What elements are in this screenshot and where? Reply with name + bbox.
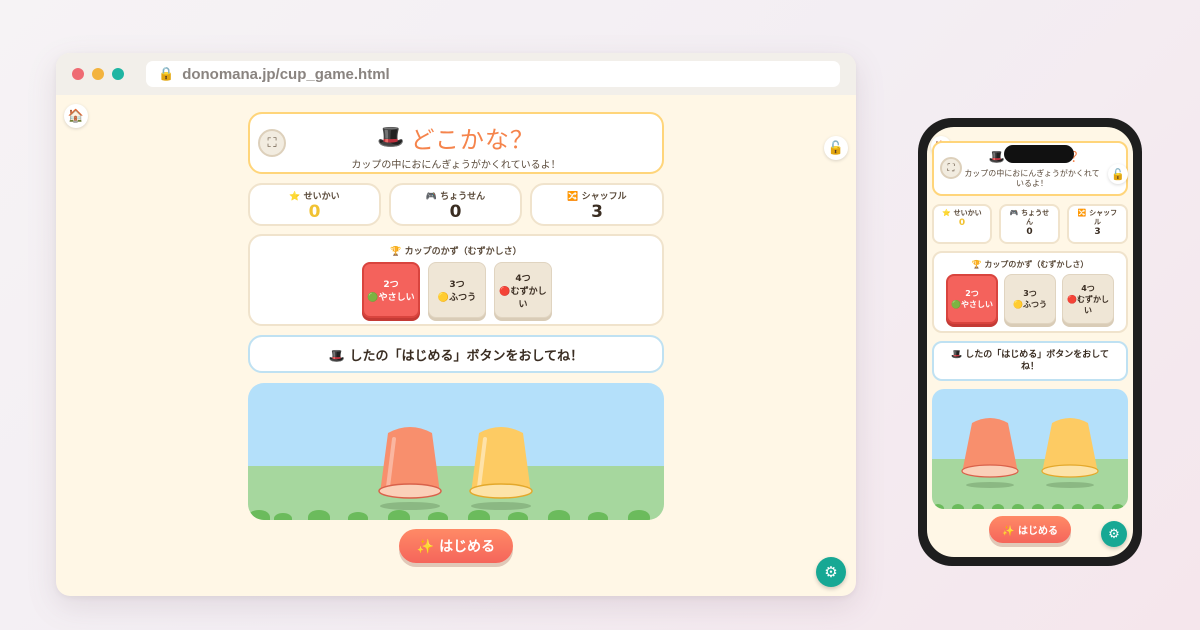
stat-value-correct: 0 xyxy=(958,218,966,228)
phone-frame: 🏠 ⛶ 🎩 どこかな？ カップの中におにんぎょうがかくれているよ！ 🔓 ⭐ せい… xyxy=(918,118,1142,566)
stat-value-challenges: 0 xyxy=(1026,227,1033,237)
lock-toggle-icon[interactable]: 🔓 xyxy=(824,136,848,160)
stat-card-correct: ⭐ せいかい 0 xyxy=(932,204,992,244)
difficulty-option-normal[interactable]: 3つ 🟡ふつう xyxy=(428,262,486,318)
page-subtitle: カップの中におにんぎょうがかくれているよ！ xyxy=(964,169,1100,188)
cup-1[interactable] xyxy=(961,418,1019,488)
url-text: donomana.jp/cup_game.html xyxy=(182,65,390,83)
game-stage xyxy=(248,383,664,520)
stat-label-shuffles: 🔀 シャッフル xyxy=(567,192,627,202)
fullscreen-icon[interactable]: ⛶ xyxy=(940,157,962,179)
cups-layer xyxy=(378,427,533,510)
lock-toggle-icon[interactable]: 🔓 xyxy=(1108,164,1128,184)
difficulty-level: 🔴むずかしい xyxy=(499,286,547,310)
stat-label-shuffles: 🔀 シャッフル xyxy=(1077,209,1118,226)
browser-window: 🔒 donomana.jp/cup_game.html 🏠 🔓 ⚙ ⛶ 🎩 どこ… xyxy=(56,53,856,596)
difficulty-option-normal[interactable]: 3つ 🟡ふつう xyxy=(1004,274,1056,324)
stat-value-correct: 0 xyxy=(308,202,321,222)
difficulty-level: 🟢やさしい xyxy=(367,293,415,303)
difficulty-count: 2つ xyxy=(383,280,399,290)
difficulty-level: 🟡ふつう xyxy=(1013,300,1047,309)
lock-icon: 🔒 xyxy=(158,66,175,82)
stat-label-challenges: 🎮 ちょうせん xyxy=(1009,209,1050,226)
start-button[interactable]: ✨ はじめる xyxy=(399,529,513,563)
stat-label-challenges: 🎮 ちょうせん xyxy=(425,192,486,202)
difficulty-heading: 🏆 カップのかず（むずかしさ） xyxy=(971,260,1089,269)
fullscreen-icon[interactable]: ⛶ xyxy=(258,129,286,157)
cup-1[interactable] xyxy=(378,427,442,510)
difficulty-card: 🏆 カップのかず（むずかしさ） 2つ 🟢やさしい 3つ 🟡ふつう 4つ 🔴むずかしい xyxy=(932,251,1128,333)
difficulty-option-easy[interactable]: 2つ 🟢やさしい xyxy=(362,262,420,318)
page-viewport: 🏠 🔓 ⚙ ⛶ 🎩 どこかな？ カップの中におにんぎょうがかくれているよ！ ⭐ … xyxy=(56,95,856,596)
cup-2[interactable] xyxy=(469,427,533,510)
top-hat-icon: 🎩 xyxy=(988,149,1005,165)
stat-value-shuffles: 3 xyxy=(591,202,603,222)
cup-2[interactable] xyxy=(1041,418,1099,488)
cups-layer xyxy=(961,418,1099,488)
stat-card-challenges: 🎮 ちょうせん 0 xyxy=(389,183,522,226)
window-maximize-dot[interactable] xyxy=(112,68,124,80)
difficulty-card: 🏆 カップのかず（むずかしさ） 2つ 🟢やさしい 3つ 🟡ふつう 4つ 🔴むずかしい xyxy=(248,234,664,326)
instruction-message: 🎩 したの「はじめる」ボタンをおしてね！ xyxy=(248,335,664,373)
difficulty-level: 🟡ふつう xyxy=(437,293,477,303)
phone-notch xyxy=(1004,145,1074,163)
difficulty-heading: 🏆 カップのかず（むずかしさ） xyxy=(390,247,522,257)
start-button[interactable]: ✨ はじめる xyxy=(989,516,1071,543)
window-close-dot[interactable] xyxy=(72,68,84,80)
difficulty-count: 4つ xyxy=(1081,283,1095,293)
stat-label-correct: ⭐ せいかい xyxy=(289,192,340,202)
difficulty-count: 2つ xyxy=(965,289,979,298)
top-hat-icon: 🎩 xyxy=(377,125,405,150)
browser-toolbar: 🔒 donomana.jp/cup_game.html xyxy=(56,53,856,95)
stat-card-challenges: 🎮 ちょうせん 0 xyxy=(999,204,1060,244)
game-stage xyxy=(932,389,1128,509)
stat-value-shuffles: 3 xyxy=(1094,227,1101,237)
title-card: ⛶ 🎩 どこかな？ カップの中におにんぎょうがかくれているよ！ xyxy=(248,112,664,174)
stat-card-shuffles: 🔀 シャッフル 3 xyxy=(530,183,664,226)
page-subtitle: カップの中におにんぎょうがかくれているよ！ xyxy=(351,160,561,171)
difficulty-count: 4つ xyxy=(515,273,531,284)
difficulty-count: 3つ xyxy=(1023,289,1037,298)
difficulty-option-easy[interactable]: 2つ 🟢やさしい xyxy=(946,274,998,324)
page-title: どこかな？ xyxy=(410,126,535,154)
stat-card-shuffles: 🔀 シャッフル 3 xyxy=(1067,204,1128,244)
window-minimize-dot[interactable] xyxy=(92,68,104,80)
difficulty-option-hard[interactable]: 4つ 🔴むずかしい xyxy=(494,262,552,318)
difficulty-level: 🔴むずかしい xyxy=(1067,294,1109,315)
phone-screen: 🏠 ⛶ 🎩 どこかな？ カップの中におにんぎょうがかくれているよ！ 🔓 ⭐ せい… xyxy=(927,127,1133,557)
difficulty-option-hard[interactable]: 4つ 🔴むずかしい xyxy=(1062,274,1114,324)
address-bar[interactable]: 🔒 donomana.jp/cup_game.html xyxy=(146,61,840,87)
stat-label-correct: ⭐ せいかい xyxy=(942,209,982,217)
stat-value-challenges: 0 xyxy=(449,202,462,222)
difficulty-level: 🟢やさしい xyxy=(951,300,993,309)
stat-card-correct: ⭐ せいかい 0 xyxy=(248,183,381,226)
difficulty-count: 3つ xyxy=(449,280,465,290)
instruction-message: 🎩 したの「はじめる」ボタンをおしてね！ xyxy=(932,341,1128,381)
home-icon[interactable]: 🏠 xyxy=(64,104,88,128)
gear-icon[interactable]: ⚙ xyxy=(1101,521,1127,547)
gear-icon[interactable]: ⚙ xyxy=(816,557,846,587)
